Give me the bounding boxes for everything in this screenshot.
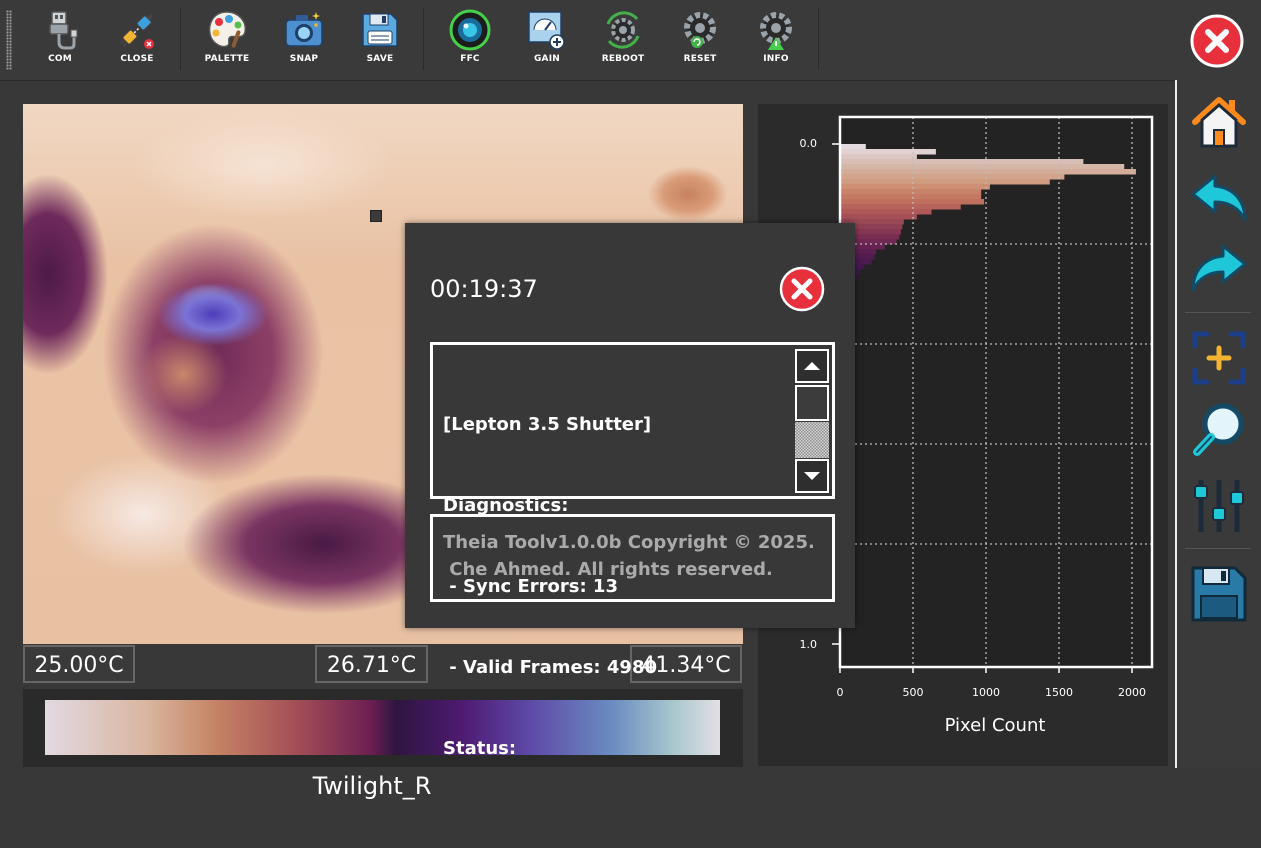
histogram-bar xyxy=(841,194,982,200)
palette-button[interactable]: PALETTE xyxy=(192,8,262,70)
log-line: Status: xyxy=(443,738,517,759)
info-label: INFO xyxy=(763,54,789,64)
palette-icon xyxy=(208,11,247,48)
info-dialog: 00:19:37 [Lepton 3.5 Shutter] Diagnostic… xyxy=(405,223,855,759)
info-button[interactable]: INFO xyxy=(741,8,811,70)
sidebar-separator xyxy=(1185,548,1251,549)
triangle-down-icon xyxy=(804,472,820,480)
histogram-bar xyxy=(841,164,1125,170)
toolbar-separator xyxy=(818,8,819,70)
com-button[interactable]: COM xyxy=(25,8,95,70)
palette-label: PALETTE xyxy=(204,54,250,64)
scrollbar-thumb[interactable] xyxy=(795,385,829,421)
histogram-bar xyxy=(841,174,1065,180)
toolbar-separator xyxy=(180,8,181,70)
center-temp-readout: 26.71°C xyxy=(315,645,428,683)
copyright-box: Theia Toolv1.0.0b Copyright © 2025. Che … xyxy=(430,514,835,602)
y-tick-label: 1.0 xyxy=(800,638,818,651)
reset-button[interactable]: RESET xyxy=(665,8,735,70)
toolbar: COM CLOSE PALETTE SNAP SAVE FFC GAIN REB… xyxy=(0,0,1261,81)
gain-button[interactable]: GAIN xyxy=(512,8,582,70)
histogram-bar xyxy=(841,214,917,220)
save-toolbar-button[interactable]: SAVE xyxy=(345,8,415,70)
disconnect-plug-icon xyxy=(120,13,154,49)
min-temp-readout: 25.00°C xyxy=(23,645,135,683)
histogram-bar xyxy=(841,159,1084,165)
ffc-label: FFC xyxy=(460,54,480,64)
snap-label: SNAP xyxy=(289,54,319,64)
triangle-up-icon xyxy=(804,362,820,370)
magnifier-icon[interactable] xyxy=(1189,400,1249,460)
gear-info-icon xyxy=(760,12,792,50)
close-app-icon[interactable] xyxy=(1190,14,1244,68)
reboot-button[interactable]: REBOOT xyxy=(588,8,658,70)
histogram-bar xyxy=(841,184,990,190)
x-tick-label: 500 xyxy=(903,686,924,699)
histogram-bar xyxy=(841,179,1050,185)
gear-refresh-icon xyxy=(606,11,640,49)
reboot-label: REBOOT xyxy=(601,54,645,64)
histogram-bar xyxy=(841,209,932,215)
floppy-icon[interactable] xyxy=(1189,564,1249,624)
undo-arrow-icon[interactable] xyxy=(1189,166,1249,226)
copyright-line: Theia Toolv1.0.0b Copyright © 2025. xyxy=(443,532,815,553)
gain-meter-icon xyxy=(528,11,565,50)
close-dialog-icon[interactable] xyxy=(779,266,825,312)
toolbar-separator xyxy=(423,8,424,70)
toolbar-grip[interactable] xyxy=(6,10,12,70)
histogram-bar xyxy=(841,189,982,195)
close-label: CLOSE xyxy=(120,54,154,64)
ffc-button[interactable]: FFC xyxy=(435,8,505,70)
close-button[interactable]: CLOSE xyxy=(102,8,172,70)
sliders-icon[interactable] xyxy=(1189,476,1249,536)
histogram-bar xyxy=(841,154,917,160)
diagnostics-log[interactable]: [Lepton 3.5 Shutter] Diagnostics: - Sync… xyxy=(430,342,835,759)
floppy-icon xyxy=(362,13,398,47)
scroll-down-button[interactable] xyxy=(795,459,829,493)
reset-label: RESET xyxy=(683,54,717,64)
uptime-label: 00:19:37 xyxy=(430,275,538,303)
redo-arrow-icon[interactable] xyxy=(1189,236,1249,296)
y-tick-label: 0.0 xyxy=(800,137,818,150)
com-label: COM xyxy=(48,54,72,64)
scroll-up-button[interactable] xyxy=(795,349,829,383)
gear-reset-icon xyxy=(684,12,716,48)
usb-cable-icon xyxy=(49,11,78,50)
save-label: SAVE xyxy=(366,54,394,64)
copyright-text: Theia Toolv1.0.0b Copyright © 2025. Che … xyxy=(443,529,815,583)
sidebar-separator xyxy=(1185,312,1251,313)
crosshair-marker[interactable] xyxy=(370,210,382,222)
lens-icon xyxy=(449,9,491,51)
x-tick-label: 0 xyxy=(837,686,844,699)
scrollbar-track[interactable] xyxy=(795,422,829,458)
right-sidebar xyxy=(1175,80,1261,768)
histogram-bar xyxy=(841,144,866,150)
x-tick-label: 1500 xyxy=(1045,686,1073,699)
histogram-bar xyxy=(841,169,1136,175)
log-line: - Valid Frames: 4980 xyxy=(443,657,657,678)
snap-button[interactable]: SNAP xyxy=(269,8,339,70)
home-icon[interactable] xyxy=(1189,92,1249,152)
camera-icon xyxy=(285,12,323,47)
x-tick-label: 2000 xyxy=(1118,686,1146,699)
histogram-bar xyxy=(841,204,961,210)
histogram-bar xyxy=(841,149,936,155)
copyright-line: Che Ahmed. All rights reserved. xyxy=(443,559,773,580)
log-line: [Lepton 3.5 Shutter] xyxy=(443,414,652,435)
gain-label: GAIN xyxy=(533,54,561,64)
add-region-icon[interactable] xyxy=(1189,328,1249,388)
x-axis-label: Pixel Count xyxy=(945,715,1046,736)
x-tick-label: 1000 xyxy=(972,686,1000,699)
